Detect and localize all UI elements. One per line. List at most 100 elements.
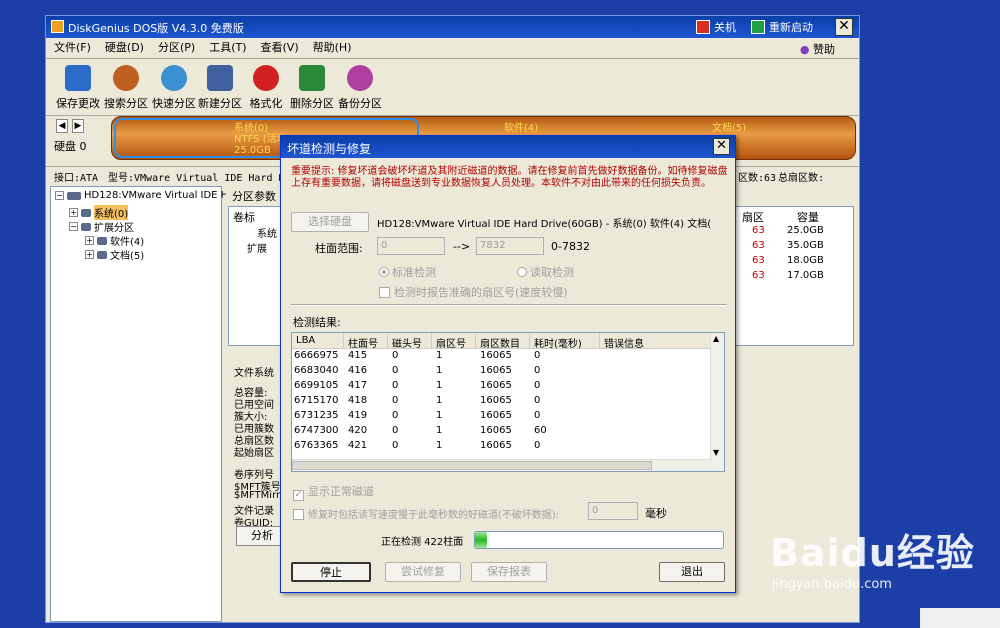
cell-cylinder: 418 — [348, 395, 368, 406]
scroll-down-icon[interactable]: ▼ — [713, 448, 719, 457]
show-normal-checkbox[interactable]: ✓ 显示正常磁道 — [293, 483, 374, 501]
info-label: 起始扇区 — [234, 448, 274, 459]
quick-partition-button[interactable]: 快速分区 — [150, 65, 198, 111]
watermark-url: jingyan.baidu.com — [772, 577, 892, 592]
scroll-up-icon[interactable]: ▲ — [713, 334, 719, 343]
col-header[interactable]: 柱面号 — [344, 333, 388, 350]
cell-head: 0 — [392, 395, 399, 406]
shutdown-button[interactable]: 关机 — [696, 18, 736, 36]
horizontal-scrollbar[interactable] — [292, 459, 712, 471]
expand-icon[interactable]: + — [85, 250, 94, 259]
radio-read[interactable]: 读取检测 — [517, 264, 574, 280]
partition-name: 文档(5) — [712, 123, 747, 134]
table-row[interactable]: 6699105 417 0 1 16065 0 — [292, 380, 712, 395]
info-label: $MFTMirr — [234, 490, 281, 501]
table-row-label[interactable]: 系统 — [257, 225, 277, 240]
table-cell: 35.0GB — [787, 240, 824, 251]
slow-ms-input[interactable]: 0 — [588, 502, 638, 520]
results-label: 检测结果: — [293, 316, 341, 329]
dialog-title: 坏道检测与修复 — [281, 136, 735, 158]
next-disk-icon[interactable]: ▶ — [72, 119, 84, 133]
cell-cylinder: 416 — [348, 365, 368, 376]
title-bar: DiskGenius DOS版 V4.3.0 免费版 关机 重新启动 ✕ — [46, 16, 859, 38]
cell-lba: 6731235 — [294, 410, 339, 421]
vertical-scrollbar[interactable]: ▲ ▼ — [710, 333, 724, 471]
select-disk-button[interactable]: 选择硬盘 — [291, 212, 369, 232]
new-partition-icon — [207, 65, 233, 91]
progress-fill — [475, 532, 488, 548]
menu-file[interactable]: 文件(F) — [54, 39, 91, 55]
delete-partition-button[interactable]: 删除分区 — [288, 65, 336, 111]
col-header[interactable]: 耗时(毫秒) — [530, 333, 600, 350]
search-partition-button[interactable]: 搜索分区 — [102, 65, 150, 111]
disk-description: HD128:VMware Virtual IDE Hard Drive(60GB… — [377, 219, 712, 230]
collapse-icon[interactable]: − — [55, 191, 64, 200]
cell-cylinder: 415 — [348, 350, 368, 361]
cell-head: 0 — [392, 425, 399, 436]
scroll-thumb[interactable] — [292, 461, 652, 470]
col-header[interactable]: 磁头号 — [388, 333, 432, 350]
save-changes-button[interactable]: 保存更改 — [54, 65, 102, 111]
radio-empty-icon — [517, 267, 527, 277]
restart-button[interactable]: 重新启动 — [751, 18, 813, 36]
info-label: 文件系统 — [234, 368, 274, 379]
tree-item-docs[interactable]: + 文档(5) — [85, 247, 144, 262]
try-repair-button[interactable]: 尝试修复 — [385, 562, 461, 582]
stop-button[interactable]: 停止 — [291, 562, 371, 582]
tool-label: 快速分区 — [152, 97, 196, 110]
prev-disk-icon[interactable]: ◀ — [56, 119, 68, 133]
table-row[interactable]: 6747300 420 0 1 16065 60 — [292, 425, 712, 440]
radio-standard[interactable]: 标准检测 — [379, 264, 436, 280]
cell-time: 0 — [534, 365, 541, 376]
table-row-label[interactable]: 扩展 — [247, 240, 267, 255]
exit-button[interactable]: 退出 — [659, 562, 725, 582]
expand-icon[interactable]: + — [85, 236, 94, 245]
menu-help[interactable]: 帮助(H) — [313, 39, 352, 55]
collapse-icon[interactable]: − — [69, 222, 78, 231]
tree-disk[interactable]: − HD128:VMware Virtual IDE H — [55, 190, 228, 201]
col-header[interactable]: LBA — [292, 333, 344, 349]
table-row[interactable]: 6666975 415 0 1 16065 0 — [292, 350, 712, 365]
table-row[interactable]: 6763365 421 0 1 16065 0 — [292, 440, 712, 455]
tree-item-system[interactable]: + 系统(0) — [69, 205, 129, 220]
menu-tools[interactable]: 工具(T) — [209, 39, 246, 55]
save-report-button[interactable]: 保存报表 — [471, 562, 547, 582]
partition-icon — [97, 236, 107, 245]
cell-cylinder: 421 — [348, 440, 368, 451]
dialog-close-button[interactable]: ✕ — [713, 138, 730, 155]
menu-disk[interactable]: 硬盘(D) — [105, 39, 144, 55]
close-button[interactable]: ✕ — [835, 18, 853, 36]
tool-label: 搜索分区 — [104, 97, 148, 110]
report-exact-checkbox[interactable]: 检测时报告准确的扇区号(速度较慢) — [379, 284, 568, 300]
checkbox-checked-icon: ✓ — [293, 490, 304, 501]
table-row[interactable]: 6731235 419 0 1 16065 0 — [292, 410, 712, 425]
col-header[interactable]: 扇区号 — [432, 333, 476, 350]
menu-view[interactable]: 查看(V) — [261, 39, 299, 55]
partition-name: 软件(4) — [504, 123, 539, 134]
format-button[interactable]: 格式化 — [242, 65, 290, 111]
cyl-to-input[interactable]: 7832 — [476, 237, 544, 255]
partition-software[interactable]: 软件(4) — [504, 123, 538, 134]
cell-count: 16065 — [480, 380, 512, 391]
col-header[interactable]: 扇区数目 — [476, 333, 530, 350]
cyl-range-text: 0-7832 — [551, 240, 590, 253]
cell-count: 16065 — [480, 395, 512, 406]
tab-partition-params[interactable]: 分区参数 — [232, 188, 276, 204]
table-row[interactable]: 6715170 418 0 1 16065 0 — [292, 395, 712, 410]
tree-item-extended[interactable]: − 扩展分区 — [69, 219, 134, 234]
table-row[interactable]: 6683040 416 0 1 16065 0 — [292, 365, 712, 380]
cell-count: 16065 — [480, 365, 512, 376]
donate-link[interactable]: ● 赞助 — [800, 41, 835, 57]
radio-selected-icon — [379, 267, 389, 277]
backup-partition-button[interactable]: 备份分区 — [336, 65, 384, 111]
cell-cylinder: 420 — [348, 425, 368, 436]
expand-icon[interactable]: + — [69, 208, 78, 217]
cyl-from-input[interactable]: 0 — [377, 237, 445, 255]
new-partition-button[interactable]: 新建分区 — [196, 65, 244, 111]
col-header[interactable]: 错误信息 — [600, 333, 712, 350]
menu-partition[interactable]: 分区(P) — [158, 39, 195, 55]
disk-tree: − HD128:VMware Virtual IDE H + 系统(0) − 扩展分区… — [50, 186, 228, 622]
separator — [291, 304, 727, 306]
repair-slow-checkbox[interactable]: 修复时包括读写速度慢于此毫秒数的好磁道(不破坏数据): — [293, 506, 559, 521]
tree-item-software[interactable]: + 软件(4) — [85, 233, 144, 248]
